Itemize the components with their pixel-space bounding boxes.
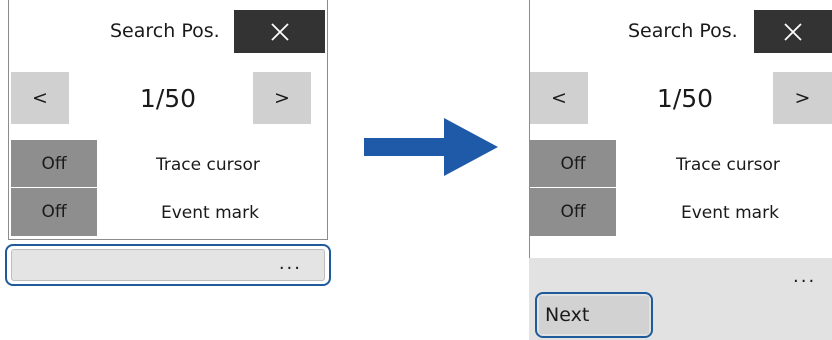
more-options-ellipsis: ...	[278, 253, 302, 274]
event-mark-label: Event mark	[161, 203, 259, 223]
right-arrow-icon	[364, 118, 498, 176]
more-options-ellipsis-after[interactable]: ...	[793, 266, 816, 287]
panel-title: Search Pos.	[110, 20, 220, 42]
prev-button-after[interactable]: <	[530, 72, 588, 124]
next-button[interactable]: >	[253, 72, 311, 124]
event-mark-label-after: Event mark	[681, 203, 779, 223]
stage: Search Pos. < 1/50 > Off Trace cursor Of…	[0, 0, 832, 340]
next-button-after[interactable]: >	[773, 72, 832, 124]
close-button-after[interactable]	[754, 10, 832, 53]
position-counter: 1/50	[139, 84, 197, 113]
panel-title-after: Search Pos.	[628, 20, 738, 42]
close-button[interactable]	[234, 10, 325, 53]
trace-cursor-label-after: Trace cursor	[676, 155, 780, 175]
event-mark-toggle[interactable]: Off	[11, 188, 97, 236]
trace-cursor-label: Trace cursor	[156, 155, 260, 175]
position-counter-after: 1/50	[656, 84, 714, 113]
close-icon	[270, 22, 289, 41]
close-icon	[784, 22, 802, 41]
more-options-bar[interactable]: ...	[11, 249, 325, 281]
trace-cursor-toggle[interactable]: Off	[11, 140, 97, 187]
trace-cursor-toggle-after[interactable]: Off	[530, 140, 616, 187]
prev-button[interactable]: <	[11, 72, 69, 124]
panel-divider	[8, 239, 328, 240]
menu-item-next[interactable]: Next	[539, 296, 649, 334]
event-mark-toggle-after[interactable]: Off	[530, 188, 616, 236]
